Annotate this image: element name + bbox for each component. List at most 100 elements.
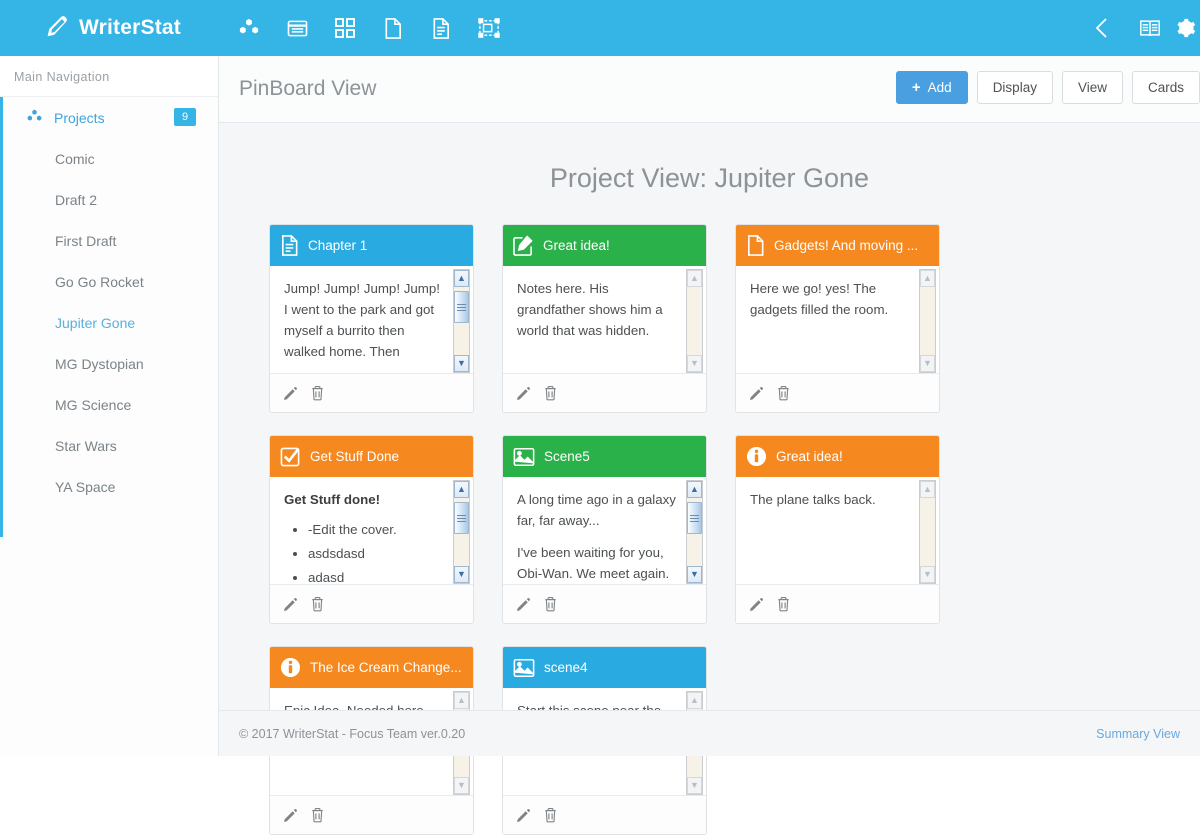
chevron-left-icon[interactable] [1078,0,1126,56]
scroll-up-arrow-icon[interactable]: ▲ [454,481,469,498]
projects-count-badge: 9 [174,108,196,126]
delete-card-trash-icon[interactable] [776,385,791,401]
scrollbar-track[interactable] [920,498,935,566]
edit-card-pencil-icon[interactable] [283,808,298,823]
scroll-up-arrow-icon[interactable]: ▲ [454,692,469,709]
scroll-up-arrow-icon[interactable]: ▲ [687,481,702,498]
file-text-icon[interactable] [417,0,465,56]
card-header: Scene5 [503,436,706,477]
display-button-label: Display [993,80,1037,95]
page-header: PinBoard View +Add Display View Cards [219,56,1200,123]
card-footer [503,373,706,412]
view-button[interactable]: View [1062,71,1123,104]
scroll-up-arrow-icon[interactable]: ▲ [920,481,935,498]
scroll-down-arrow-icon[interactable]: ▼ [920,355,935,372]
card-scrollbar[interactable]: ▲▼ [453,269,470,373]
card-footer [503,795,706,834]
sidebar-item-comic[interactable]: Comic [0,138,218,179]
brand-name: WriterStat [79,16,181,40]
list-alt-icon[interactable] [273,0,321,56]
sidebar-item-draft-2[interactable]: Draft 2 [0,179,218,220]
sidebar-item-mg-science[interactable]: MG Science [0,384,218,425]
delete-card-trash-icon[interactable] [310,385,325,401]
delete-card-trash-icon[interactable] [543,807,558,823]
scrollbar-track[interactable] [920,287,935,355]
scroll-down-arrow-icon[interactable]: ▼ [687,777,702,794]
scrollbar-thumb[interactable] [687,502,702,534]
card-scrollbar[interactable]: ▲▼ [919,269,936,373]
card-scrollbar[interactable]: ▲▼ [686,480,703,584]
summary-view-link[interactable]: Summary View [1096,727,1180,741]
pinboard-card[interactable]: Get Stuff DoneGet Stuff done!-Edit the c… [269,435,474,624]
cards-button-label: Cards [1148,80,1184,95]
scroll-up-arrow-icon[interactable]: ▲ [687,270,702,287]
scrollbar-track[interactable] [687,287,702,355]
sidebar-item-ya-space[interactable]: YA Space [0,466,218,507]
scroll-down-arrow-icon[interactable]: ▼ [454,777,469,794]
edit-card-pencil-icon[interactable] [283,386,298,401]
edit-card-pencil-icon[interactable] [516,808,531,823]
gear-icon[interactable] [1174,0,1200,56]
sidebar-item-label: Comic [55,151,95,167]
scrollbar-track[interactable] [454,498,469,566]
grid-icon[interactable] [321,0,369,56]
edit-card-pencil-icon[interactable] [516,386,531,401]
card-scrollbar[interactable]: ▲▼ [686,269,703,373]
card-title: Scene5 [544,449,590,464]
add-button[interactable]: +Add [896,71,968,104]
scrollbar-thumb[interactable] [454,502,469,534]
sidebar-item-go-go-rocket[interactable]: Go Go Rocket [0,261,218,302]
pinboard-card[interactable]: Chapter 1Jump! Jump! Jump! Jump! I went … [269,224,474,413]
delete-card-trash-icon[interactable] [776,596,791,612]
book-icon[interactable] [1126,0,1174,56]
delete-card-trash-icon[interactable] [543,596,558,612]
delete-card-trash-icon[interactable] [543,385,558,401]
sidebar-item-jupiter-gone[interactable]: Jupiter Gone [0,302,218,343]
edit-card-pencil-icon[interactable] [283,597,298,612]
card-header: scene4 [503,647,706,688]
object-group-icon[interactable] [465,0,513,56]
edit-card-pencil-icon[interactable] [749,597,764,612]
card-scrollbar[interactable]: ▲▼ [919,480,936,584]
scroll-down-arrow-icon[interactable]: ▼ [687,566,702,583]
sidebar-item-star-wars[interactable]: Star Wars [0,425,218,466]
add-button-label: Add [928,80,952,95]
pinboard-card[interactable]: Gadgets! And moving ...Here we go! yes! … [735,224,940,413]
pinboard-card[interactable]: Scene5A long time ago in a galaxy far, f… [502,435,707,624]
scroll-up-arrow-icon[interactable]: ▲ [920,270,935,287]
scrollbar-track[interactable] [454,287,469,355]
page-title: PinBoard View [239,77,376,101]
delete-card-trash-icon[interactable] [310,807,325,823]
scrollbar-thumb[interactable] [454,291,469,323]
card-footer [270,584,473,623]
display-button[interactable]: Display [977,71,1053,104]
sidebar-item-label: First Draft [55,233,116,249]
scroll-down-arrow-icon[interactable]: ▼ [454,355,469,372]
scrollbar-track[interactable] [687,498,702,566]
cubes-icon[interactable] [225,0,273,56]
sidebar-item-first-draft[interactable]: First Draft [0,220,218,261]
scroll-down-arrow-icon[interactable]: ▼ [687,355,702,372]
cubes-icon [26,109,43,127]
scroll-up-arrow-icon[interactable]: ▲ [687,692,702,709]
file-text-icon [280,235,299,256]
scroll-down-arrow-icon[interactable]: ▼ [920,566,935,583]
sidebar-item-projects[interactable]: Projects 9 [0,97,218,138]
brand-logo[interactable]: WriterStat [0,0,219,56]
scroll-down-arrow-icon[interactable]: ▼ [454,566,469,583]
sidebar-item-mg-dystopian[interactable]: MG Dystopian [0,343,218,384]
scroll-up-arrow-icon[interactable]: ▲ [454,270,469,287]
sidebar-item-label: Go Go Rocket [55,274,144,290]
card-scrollbar[interactable]: ▲▼ [453,480,470,584]
delete-card-trash-icon[interactable] [310,596,325,612]
card-bullet-list: -Edit the cover.asdsdasdadasd [308,519,447,584]
board-title: Project View: Jupiter Gone [219,123,1200,224]
pinboard-card[interactable]: Great idea!The plane talks back.▲▼ [735,435,940,624]
pinboard-card[interactable]: Great idea!Notes here. His grandfather s… [502,224,707,413]
cards-button[interactable]: Cards [1132,71,1200,104]
edit-card-pencil-icon[interactable] [749,386,764,401]
file-blank-icon[interactable] [369,0,417,56]
card-title: The Ice Cream Change... [310,660,462,675]
view-button-label: View [1078,80,1107,95]
edit-card-pencil-icon[interactable] [516,597,531,612]
